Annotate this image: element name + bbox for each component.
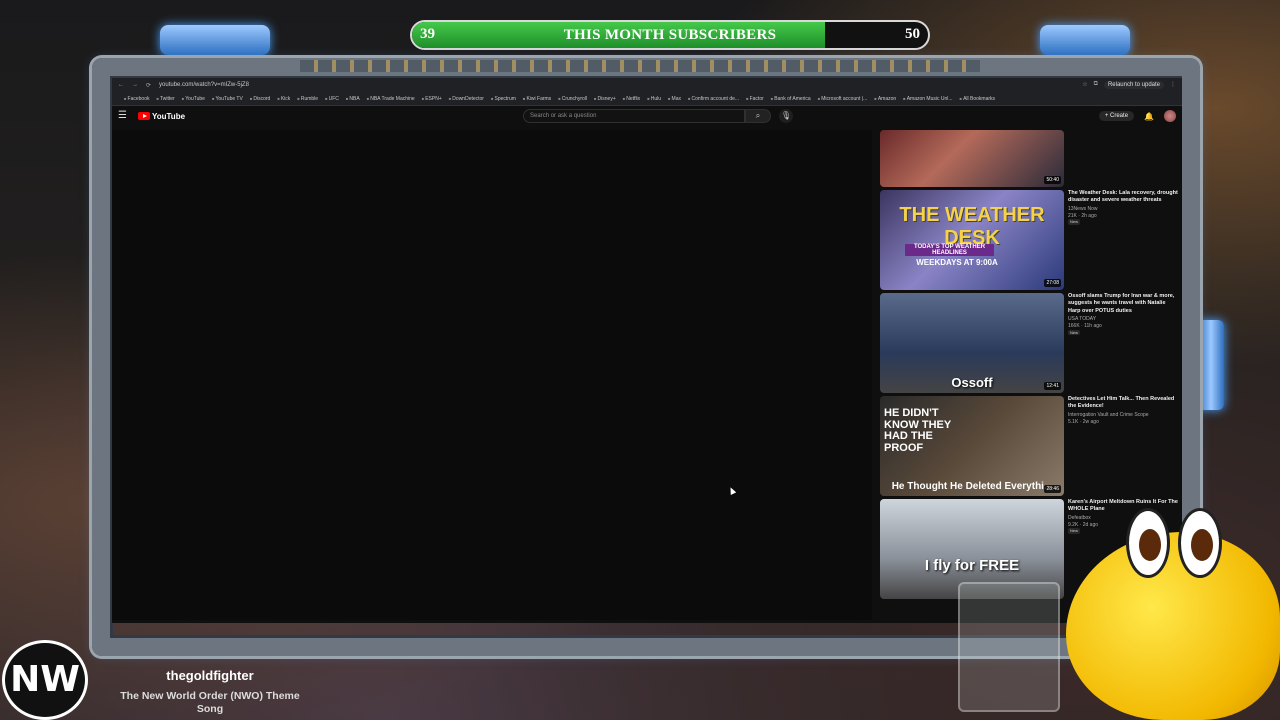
bookmark-item[interactable]: Twitter <box>157 96 175 102</box>
video-stats: 5.1K · 2w ago <box>1068 418 1099 425</box>
subscriber-goal-bar: 39 THIS MONTH SUBSCRIBERS 50 <box>410 20 930 50</box>
bookmark-item[interactable]: Crunchyroll <box>558 96 587 102</box>
video-meta: Detectives Let Him Talk... Then Revealed… <box>1068 396 1178 496</box>
frame-light-side <box>1198 320 1224 410</box>
bookmark-item[interactable]: YouTube TV <box>212 96 242 102</box>
browser-window: ← → ⟳ youtube.com/watch?v=mIZw-5jZ8 ☆ ⧉ … <box>112 78 1182 623</box>
bookmark-item[interactable]: Kiwi Farms <box>523 96 551 102</box>
relaunch-button[interactable]: Relaunch to update <box>1103 81 1164 89</box>
channel-name[interactable]: 13News Now <box>1068 206 1178 213</box>
browser-toolbar: ← → ⟳ youtube.com/watch?v=mIZw-5jZ8 ☆ ⧉ … <box>112 78 1182 92</box>
video-thumbnail[interactable]: HE DIDN'T KNOW THEY HAD THE PROOF He Tho… <box>880 396 1064 496</box>
youtube-masthead: ☰ YouTube Search or ask a question ⌕ 🎙 +… <box>112 106 1182 126</box>
list-item[interactable]: Ossoff 12:41 Ossoff slams Trump for Iran… <box>880 293 1180 393</box>
list-item[interactable]: THE WEATHER DESK TODAY'S TOP WEATHER HEA… <box>880 190 1180 290</box>
bookmarks-bar: Facebook Twitter YouTube YouTube TV Discord K… <box>112 92 1182 106</box>
now-playing-logo: NW <box>2 640 88 720</box>
now-playing-username: thegoldfighter <box>166 668 254 683</box>
bookmark-item[interactable]: Bank of America <box>771 96 810 102</box>
channel-name[interactable]: USA TODAY <box>1068 316 1178 323</box>
frame-light-right <box>1040 25 1130 55</box>
duration-badge: 12:41 <box>1044 382 1061 390</box>
more-icon[interactable]: ⋮ <box>1170 81 1176 89</box>
bookmark-item[interactable]: NBA <box>346 96 359 102</box>
bookmark-item[interactable]: Amazon <box>874 96 896 102</box>
list-item[interactable]: HE DIDN'T KNOW THEY HAD THE PROOF He Tho… <box>880 396 1180 496</box>
video-stats: 21K · 2h ago <box>1068 212 1097 219</box>
video-player[interactable] <box>112 130 872 620</box>
mascot-pupil <box>1191 529 1213 561</box>
youtube-logo-text: YouTube <box>152 111 186 121</box>
video-meta: Ossoff slams Trump for Iran war & more, … <box>1068 293 1178 393</box>
youtube-play-icon <box>138 112 150 120</box>
video-meta: The Weather Desk: Lala recovery, drought… <box>1068 190 1178 290</box>
search-icon[interactable]: ⌕ <box>745 109 772 123</box>
bookmark-item[interactable]: Hulu <box>647 96 661 102</box>
address-bar[interactable]: youtube.com/watch?v=mIZw-5jZ8 <box>159 82 249 88</box>
video-title[interactable]: Ossoff slams Trump for Iran war & more, … <box>1068 293 1178 315</box>
thumbnail-text: TODAY'S TOP WEATHER HEADLINES <box>905 244 994 256</box>
avatar[interactable] <box>1164 110 1176 122</box>
bookmark-item[interactable]: Microsoft account |... <box>818 96 867 102</box>
new-badge: New <box>1068 329 1081 336</box>
duration-badge: 27:08 <box>1044 279 1061 287</box>
thumbnail-text: Ossoff <box>951 375 993 390</box>
bookmark-item[interactable]: Kick <box>277 96 290 102</box>
list-item[interactable]: 50:40 <box>880 130 1180 187</box>
microphone-icon[interactable]: 🎙 <box>779 109 794 123</box>
bookmark-item[interactable]: Max <box>668 96 681 102</box>
bookmark-item[interactable]: Netflix <box>623 96 640 102</box>
drinking-glass <box>958 582 1060 712</box>
video-thumbnail[interactable]: THE WEATHER DESK TODAY'S TOP WEATHER HEA… <box>880 190 1064 290</box>
now-playing-song: The New World Order (NWO) Theme Song <box>120 690 300 715</box>
thumbnail-text: HE DIDN'T KNOW THEY HAD THE PROOF <box>884 407 952 454</box>
video-title[interactable]: Detectives Let Him Talk... Then Revealed… <box>1068 396 1178 411</box>
frame-light-left <box>160 25 270 55</box>
bookmark-item[interactable]: Spectrum <box>491 96 516 102</box>
channel-name[interactable]: Interrogation Vault and Crime Scope <box>1068 412 1178 419</box>
bookmark-item[interactable]: NBA Trade Machine <box>367 96 414 102</box>
bookmark-item[interactable]: DownDetector <box>449 96 484 102</box>
video-thumbnail[interactable]: Ossoff 12:41 <box>880 293 1064 393</box>
goal-title: THIS MONTH SUBSCRIBERS <box>563 27 777 43</box>
forward-icon[interactable]: → <box>132 82 138 88</box>
star-icon[interactable]: ☆ <box>1082 81 1087 89</box>
bookmark-item[interactable]: Amazon Music Unl... <box>903 96 953 102</box>
video-title[interactable]: The Weather Desk: Lala recovery, drought… <box>1068 190 1178 205</box>
bookmark-item[interactable]: Facebook <box>124 96 150 102</box>
bookmark-item[interactable]: All Bookmarks <box>960 96 995 102</box>
thumbnail-text: WEEKDAYS AT 9:00A <box>916 258 998 267</box>
mascot-pupil <box>1139 529 1161 561</box>
goal-target-count: 50 <box>905 26 920 42</box>
thumbnail-text: He Thought He Deleted Everythi... <box>891 481 1053 492</box>
extensions-icon[interactable]: ⧉ <box>1094 81 1098 89</box>
duration-badge: 28:46 <box>1044 485 1061 493</box>
search-input[interactable]: Search or ask a question <box>523 109 746 123</box>
bookmark-item[interactable]: Factor <box>746 96 764 102</box>
bookmark-item[interactable]: Rumble <box>297 96 318 102</box>
menu-icon[interactable]: ☰ <box>118 110 130 122</box>
bookmark-item[interactable]: ESPN+ <box>422 96 442 102</box>
notifications-bell-icon[interactable]: 🔔 <box>1144 112 1154 121</box>
mascot-body <box>1066 532 1280 720</box>
bookmark-item[interactable]: YouTube <box>182 96 205 102</box>
video-thumbnail[interactable]: 50:40 <box>880 130 1064 187</box>
yellow-mascot <box>1066 508 1280 720</box>
youtube-logo[interactable]: YouTube <box>138 112 185 121</box>
reload-icon[interactable]: ⟳ <box>146 82 151 89</box>
bookmark-item[interactable]: Discord <box>250 96 270 102</box>
create-label: Create <box>1110 113 1129 119</box>
bookmark-item[interactable]: Confirm account de... <box>688 96 740 102</box>
back-icon[interactable]: ← <box>118 82 124 88</box>
duration-badge: 50:40 <box>1044 176 1061 184</box>
video-stats: 166K · 11h ago <box>1068 323 1102 330</box>
new-badge: New <box>1068 219 1081 225</box>
bookmark-item[interactable]: UFC <box>325 96 339 102</box>
mascot-eye-left <box>1126 508 1170 578</box>
bookmark-item[interactable]: Disney+ <box>594 96 616 102</box>
mascot-eye-right <box>1178 508 1222 578</box>
frame-accent <box>300 60 980 72</box>
thumbnail-text: I fly for FREE <box>924 557 1020 574</box>
create-button[interactable]: + Create <box>1098 111 1135 121</box>
